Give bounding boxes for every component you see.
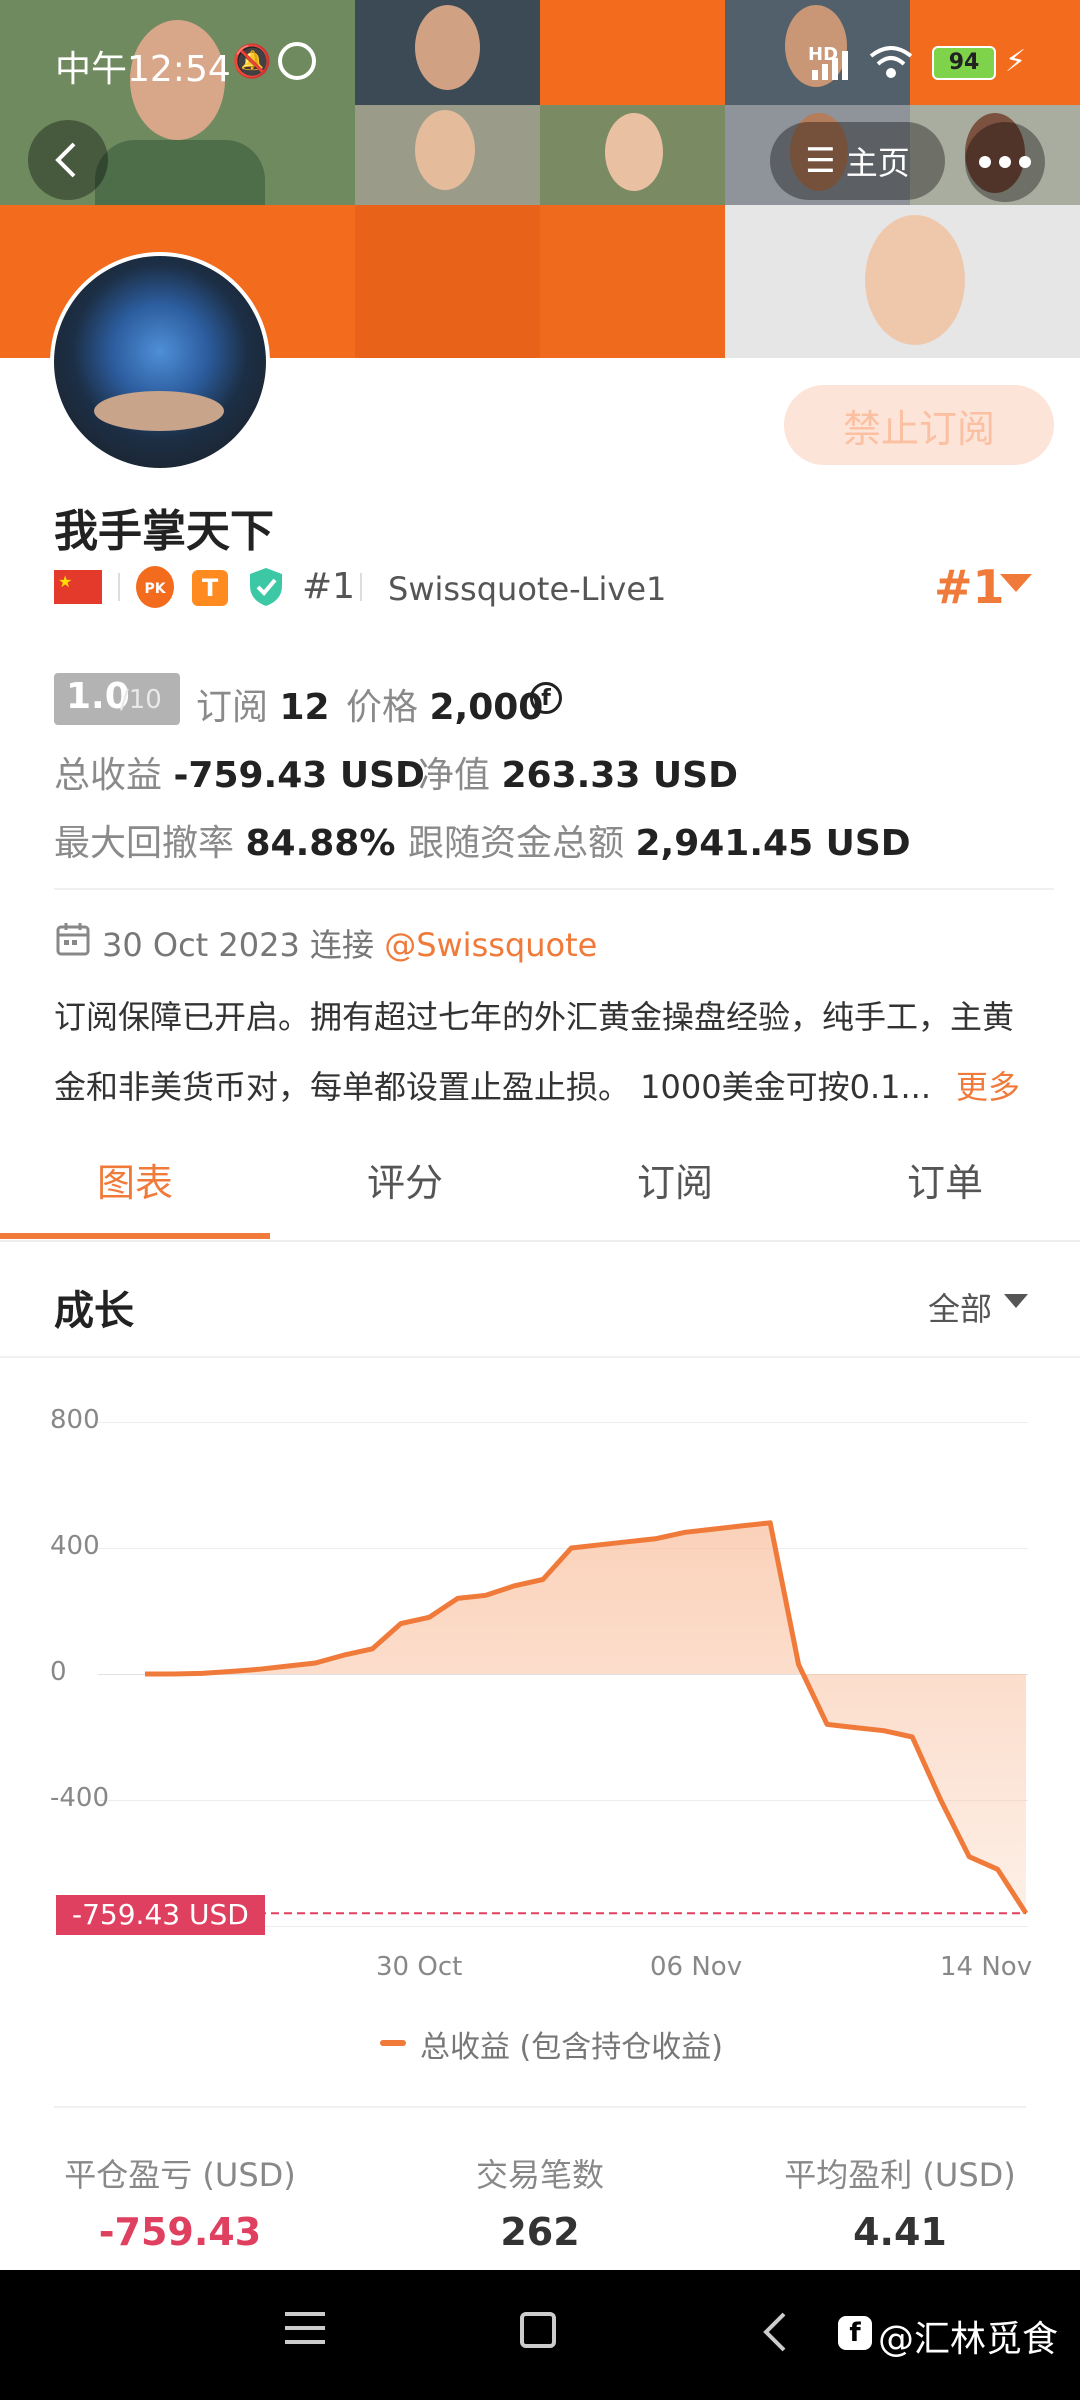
closed-pl-label: 平仓盈亏 (USD) [64,2156,296,2194]
profit-label: 总收益 [54,755,163,796]
price-label: 价格 [346,687,419,728]
recent-apps-button[interactable] [285,2312,325,2344]
banner-photo [355,105,540,205]
banner-photo [540,105,725,205]
profit-value: -759.43 USD [173,755,425,796]
subs-label: 订阅 [196,687,269,728]
tab-subscribe[interactable]: 订阅 [540,1152,810,1207]
profile-name: 我手掌天下 [54,506,274,557]
drawdown-value: 84.88% [245,823,396,864]
divider [0,1356,1080,1358]
coin-icon: f [530,682,562,714]
tab-orders[interactable]: 订单 [810,1152,1080,1207]
verified-shield-icon [250,568,282,606]
legend-swatch [380,2040,406,2046]
desc-line-1: 订阅保障已开启。拥有超过七年的外汇黄金操盘经验，纯手工，主黄 [54,998,1015,1036]
follow-value: 2,941.45 USD [635,823,911,864]
growth-filter-label: 全部 [928,1290,993,1328]
score-badge: 1.0 /10 [54,673,180,725]
closed-pl-value: -759.43 [98,2210,262,2254]
current-value-label: -759.43 USD [56,1895,265,1935]
more-button[interactable] [965,122,1045,202]
connect-label: 连接 [310,926,375,964]
broker-link[interactable]: @Swissquote [384,926,597,964]
trades-label: 交易笔数 [475,2156,604,2194]
status-time: 中午12:54 [55,49,231,90]
avatar[interactable] [50,252,270,472]
equity-value: 263.33 USD [501,755,738,796]
more-dots-icon [979,156,1031,168]
t-label: T [201,574,219,602]
alarm-icon [278,42,316,80]
follow-label: 跟随资金总额 [408,823,625,864]
wifi-icon [869,46,913,78]
home-label: 主页 [845,144,910,182]
chevron-down-icon[interactable] [1004,1294,1028,1310]
desc-line-2: 金和非美货币对，每单都设置止盈止损。 1000美金可按0.1... [54,1068,932,1106]
price-value: 2,000 [429,687,544,728]
charging-icon: ⚡ [1005,44,1027,79]
growth-filter-dropdown[interactable]: 全部 [928,1284,992,1330]
pk-badge-icon: PK [136,566,174,608]
banner-photo [725,205,1080,358]
growth-area [145,1522,1026,1914]
chevron-down-icon[interactable] [1000,574,1032,594]
rank-label: #1 [302,566,356,607]
battery-level: 94 [948,50,980,75]
battery-icon: 94 [932,46,996,80]
trades-value: 262 [500,2210,580,2254]
growth-title: 成长 [54,1288,134,1334]
tab-chart[interactable]: 图表 [0,1152,270,1207]
x-tick: 14 Nov [940,1952,1033,1982]
t-badge-icon: T [192,570,228,606]
tab-rating[interactable]: 评分 [270,1152,540,1207]
broker-name: Swissquote-Live1 [388,570,667,608]
chevron-left-icon [55,142,76,178]
home-system-button[interactable] [520,2312,556,2348]
x-tick: 30 Oct [376,1952,463,1982]
back-system-button[interactable] [760,2310,790,2354]
divider [0,1240,1080,1242]
avg-profit-label: 平均盈利 (USD) [784,2156,1016,2194]
avg-profit-value: 4.41 [853,2210,947,2254]
growth-chart[interactable] [0,1380,1080,1940]
home-button[interactable]: ☰ 主页 [770,122,945,200]
divider [54,2106,1026,2108]
tab-indicator [0,1233,270,1239]
rank-dropdown[interactable]: #1 [934,560,1005,614]
calendar-icon [56,923,90,956]
subscribe-button[interactable]: 禁止订阅 [784,385,1054,465]
divider [54,888,1054,890]
legend-label: 总收益 (包含持仓收益) [420,2030,723,2065]
score-total: /10 [120,685,162,715]
watermark-text: @汇林觅食 [878,2319,1059,2360]
mute-bell-icon: 🔕 [232,42,272,80]
pk-label: PK [144,581,166,597]
china-flag-icon: ★ [54,570,102,604]
x-tick: 06 Nov [650,1952,743,1982]
system-nav-bar: f @汇林觅食 [0,2270,1080,2400]
menu-icon: ☰ [805,141,836,181]
signal-icon [812,51,848,80]
rank-right-label: #1 [934,560,1005,614]
banner-photo [355,0,540,105]
subs-value: 12 [279,687,330,728]
join-date: 30 Oct 2023 [102,926,300,964]
equity-label: 净值 [418,755,491,796]
back-button[interactable] [28,120,108,200]
drawdown-label: 最大回撤率 [54,823,235,864]
facebook-icon: f [838,2316,872,2350]
more-link[interactable]: 更多 [956,1062,1020,1108]
